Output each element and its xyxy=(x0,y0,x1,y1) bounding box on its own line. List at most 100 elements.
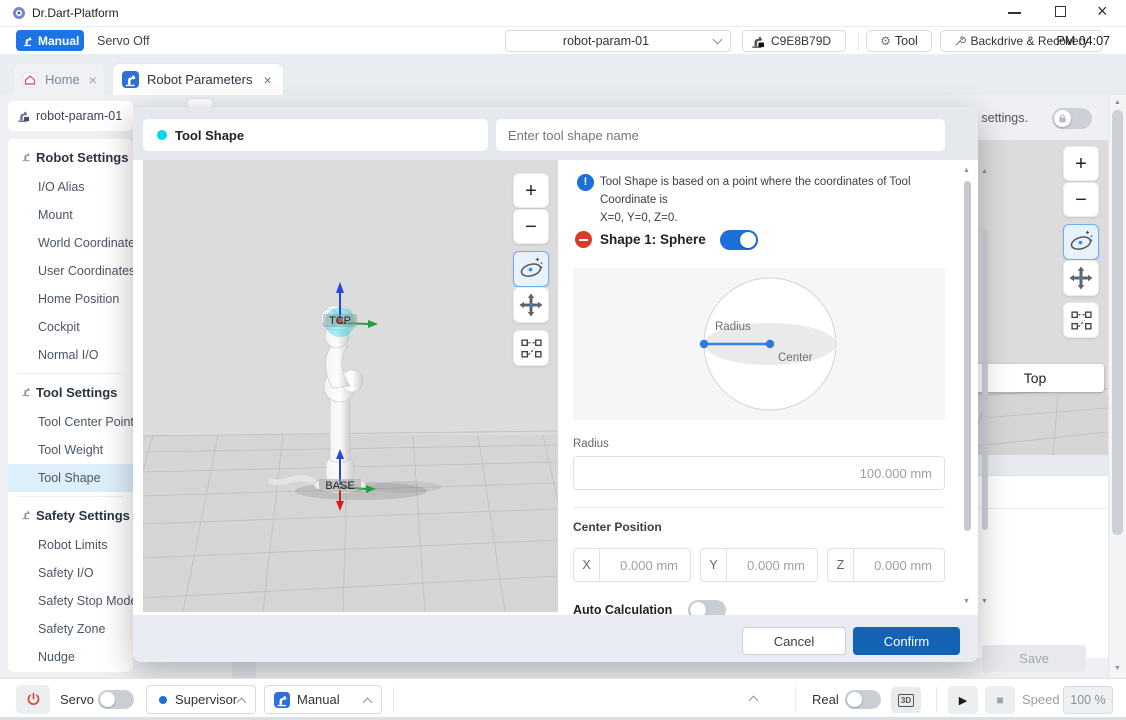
radius-input[interactable]: 100.000 mm xyxy=(573,456,945,490)
application-window: Dr.Dart-Platform × Manual Servo Off robo… xyxy=(0,0,1126,720)
confirm-button[interactable]: Confirm xyxy=(853,627,960,655)
bg-scrollbar-thumb[interactable] xyxy=(982,230,988,530)
section-tool-settings: Tool Settings xyxy=(8,378,133,408)
scroll-up-icon[interactable]: ▲ xyxy=(1114,99,1121,106)
toolbar-divider xyxy=(858,32,859,50)
panel-scroll-down-icon[interactable]: ▼ xyxy=(963,598,970,605)
speed-value-box[interactable]: 100 % xyxy=(1063,686,1113,714)
robot-lock-icon xyxy=(750,34,765,49)
shape-enabled-toggle[interactable] xyxy=(720,230,758,250)
modal-footer: Cancel Confirm xyxy=(133,615,978,662)
tool-shape-name-input[interactable] xyxy=(496,119,945,151)
bg-content-panel xyxy=(958,475,1108,658)
tab-robot-parameters-close-icon[interactable]: × xyxy=(264,72,272,88)
dock-collapse-icon[interactable] xyxy=(749,696,759,706)
tab-home-close-icon[interactable]: × xyxy=(89,72,97,88)
modal-3d-viewer[interactable]: TCP BASE Front Right Left Rear Top xyxy=(143,160,558,612)
sidebar-item-home-position[interactable]: Home Position xyxy=(8,285,133,313)
window-scrollbar-thumb[interactable] xyxy=(1112,110,1123,535)
maximize-button[interactable] xyxy=(1055,6,1066,17)
cancel-button[interactable]: Cancel xyxy=(742,627,846,655)
bar-divider xyxy=(393,687,394,712)
confirm-label: Confirm xyxy=(884,634,930,649)
sidebar-item-user-coordinates[interactable]: User Coordinates xyxy=(8,257,133,285)
sidebar-item-tool-weight[interactable]: Tool Weight xyxy=(8,436,133,464)
power-button[interactable] xyxy=(16,685,50,714)
sidebar-item-normal-io[interactable]: Normal I/O xyxy=(8,341,133,369)
sidebar-item-io-alias[interactable]: I/O Alias xyxy=(8,173,133,201)
diagram-center-label: Center xyxy=(778,352,813,364)
robot-arm-icon xyxy=(22,35,34,47)
parameter-settings-lock-toggle[interactable] xyxy=(1052,108,1092,129)
center-y-input[interactable]: Y 0.000 mm xyxy=(700,548,818,582)
app-icon xyxy=(12,6,26,20)
diagram-radius-label: Radius xyxy=(715,321,751,333)
center-z-input[interactable]: Z 0.000 mm xyxy=(827,548,945,582)
sidebar-item-safety-zone[interactable]: Safety Zone xyxy=(8,615,133,643)
servo-toggle[interactable] xyxy=(98,690,134,709)
tcp-label: TCP xyxy=(329,315,351,327)
minimize-button[interactable] xyxy=(1008,12,1021,14)
sidebar-nav: Robot Settings I/O Alias Mount World Coo… xyxy=(8,139,133,672)
tool-button[interactable]: ⚙ Tool xyxy=(866,30,932,52)
tab-robot-parameters[interactable]: Robot Parameters × xyxy=(113,64,283,95)
auto-calculation-toggle[interactable] xyxy=(688,600,726,615)
pan-button[interactable] xyxy=(513,287,549,323)
center-x-input[interactable]: X 0.000 mm xyxy=(573,548,691,582)
scroll-down-icon[interactable]: ▼ xyxy=(1114,665,1121,672)
measure-button[interactable] xyxy=(513,330,549,366)
real-mode-toggle[interactable] xyxy=(845,690,881,709)
tab-home[interactable]: Home × xyxy=(14,64,104,95)
axis-z-label: Z xyxy=(828,549,854,581)
close-button[interactable]: × xyxy=(1097,1,1108,22)
sidebar-item-world-coordinates[interactable]: World Coordinates xyxy=(8,229,133,257)
role-select[interactable]: Supervisor xyxy=(146,685,256,714)
wrench-icon xyxy=(954,35,966,47)
servo-status: Servo Off xyxy=(97,34,150,48)
orbit-button[interactable] xyxy=(513,251,549,287)
panel-scrollbar-thumb[interactable] xyxy=(964,181,971,531)
play-button[interactable]: ▶ xyxy=(948,686,978,714)
sidebar-item-tool-center-point[interactable]: Tool Center Point xyxy=(8,408,133,436)
zoom-out-button[interactable]: − xyxy=(513,209,549,244)
radius-label: Radius xyxy=(573,438,609,450)
panel-scroll-up-icon[interactable]: ▲ xyxy=(963,167,970,174)
bg-measure-button[interactable] xyxy=(1063,302,1099,338)
sidebar-item-safety-stop-modes[interactable]: Safety Stop Modes xyxy=(8,587,133,615)
viewer-3d-button[interactable]: 3D xyxy=(891,687,921,713)
stop-button[interactable]: ■ xyxy=(985,686,1015,714)
title-bar: Dr.Dart-Platform × xyxy=(0,0,1126,27)
sidebar-item-nudge[interactable]: Nudge xyxy=(8,643,133,671)
operation-mode-select[interactable]: Manual xyxy=(264,685,382,714)
bg-zoom-in-button[interactable]: + xyxy=(1063,146,1099,181)
bottom-bar: Servo Supervisor Manual xyxy=(0,678,1126,720)
remove-shape-icon[interactable] xyxy=(575,231,592,248)
bg-scroll-up-icon[interactable]: ▲ xyxy=(981,168,988,175)
param-file-select[interactable]: robot-param-01 xyxy=(505,30,731,52)
bg-pan-button[interactable] xyxy=(1063,260,1099,296)
bg-save-button[interactable]: Save xyxy=(982,645,1086,672)
zoom-in-button[interactable]: + xyxy=(513,173,549,208)
info-text: Tool Shape is based on a point where the… xyxy=(600,173,950,227)
modal-title: Tool Shape xyxy=(175,128,244,143)
bg-orbit-button[interactable] xyxy=(1063,224,1099,260)
role-status-dot xyxy=(159,696,167,704)
sidebar-item-tool-shape[interactable]: Tool Shape xyxy=(8,464,133,492)
sidebar-item-safety-io[interactable]: Safety I/O xyxy=(8,559,133,587)
modal-title-box: Tool Shape xyxy=(143,119,488,151)
bg-scroll-down-icon[interactable]: ▼ xyxy=(981,598,988,605)
bg-zoom-out-button[interactable]: − xyxy=(1063,182,1099,217)
sidebar-item-cockpit[interactable]: Cockpit xyxy=(8,313,133,341)
sidebar-header[interactable]: robot-param-01 xyxy=(8,101,133,131)
sidebar-item-mount[interactable]: Mount xyxy=(8,201,133,229)
chevron-up-icon xyxy=(237,698,247,708)
info-icon: ! xyxy=(577,174,594,191)
stop-icon: ■ xyxy=(996,693,1003,707)
robot-serial-box[interactable]: C9E8B79D xyxy=(742,30,846,52)
sidebar-item-robot-limits[interactable]: Robot Limits xyxy=(8,531,133,559)
manual-mode-button[interactable]: Manual xyxy=(16,30,84,51)
window-scrollbar[interactable]: ▲ ▼ xyxy=(1108,95,1126,678)
operation-mode-value: Manual xyxy=(297,692,340,707)
robot-3d-scene[interactable]: TCP BASE xyxy=(143,160,558,612)
clock: PM 04:07 xyxy=(1056,34,1110,48)
